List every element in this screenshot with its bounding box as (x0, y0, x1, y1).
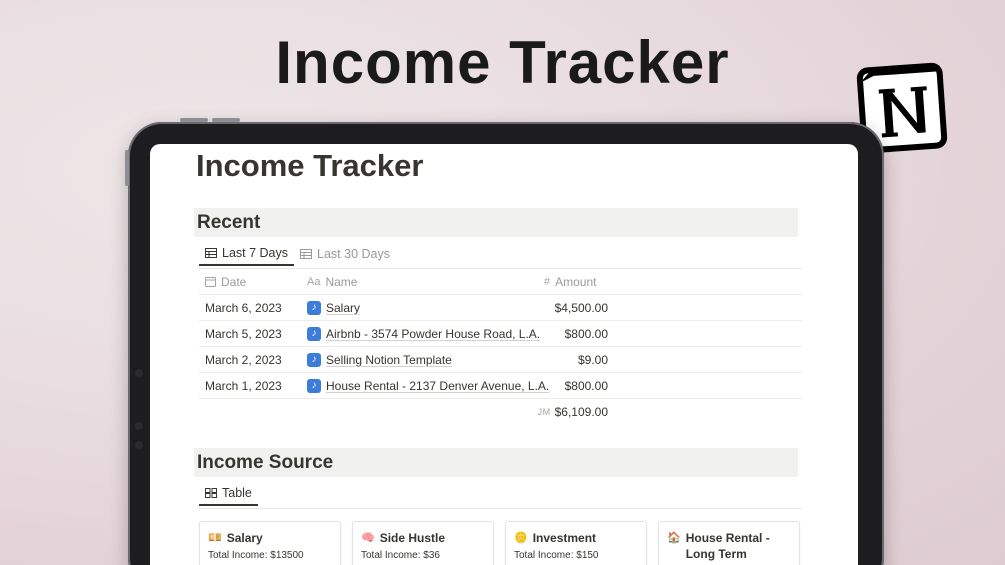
recent-income-table: Date Aa Name # Amount March 6, 2023 ♪ Sa… (199, 269, 802, 425)
tab-last-7-days[interactable]: Last 7 Days (199, 242, 295, 266)
card-title-text: Investment (532, 531, 597, 545)
date-cell: March 6, 2023 (205, 300, 282, 315)
amount-cell: $800.00 (564, 378, 608, 393)
amount-cell: $4,500.00 (554, 300, 608, 315)
column-header-label: Name (325, 274, 358, 289)
brain-icon: 🧠 (361, 531, 375, 544)
house-icon: 🏠 (667, 531, 681, 544)
date-cell: March 5, 2023 (205, 326, 282, 341)
date-cell: March 1, 2023 (205, 378, 282, 393)
column-header-name[interactable]: Aa Name (307, 269, 357, 294)
divider (199, 508, 802, 509)
entry-name: Airbnb - 3574 Powder House Road, L.A. (326, 326, 541, 341)
hero-title: Income Tracker (275, 29, 730, 96)
banknote-icon: 💴 (208, 531, 222, 544)
device-button (212, 118, 240, 122)
table-header-row: Date Aa Name # Amount (199, 269, 802, 295)
text-type-icon: Aa (307, 275, 321, 288)
date-cell: March 2, 2023 (205, 352, 282, 367)
page-title: Income Tracker (196, 148, 424, 183)
card-title-text: House Rental - Long Term (685, 531, 770, 561)
tab-last-30-days[interactable]: Last 30 Days (294, 242, 396, 266)
tab-table[interactable]: Table (199, 482, 258, 506)
page-icon: ♪ (307, 326, 321, 341)
table-sum-row: JM $6,109.00 (199, 399, 802, 425)
gallery-card[interactable]: 🧠 Side Hustle Total Income: $36 (352, 521, 494, 565)
card-total: Total Income: $150 (514, 550, 599, 561)
column-header-amount[interactable]: # Amount (544, 269, 596, 294)
recent-view-tabs: Last 7 Days Last 30 Days (199, 242, 396, 268)
camera-icon (135, 422, 143, 430)
table-row[interactable]: March 6, 2023 ♪ Salary $4,500.00 (199, 295, 802, 321)
card-title: 🏠 House Rental - Long Term (667, 530, 791, 562)
gallery-card[interactable]: 🏠 House Rental - Long Term (658, 521, 800, 565)
entry-name: House Rental - 2137 Denver Avenue, L.A. (326, 378, 550, 393)
entry-name: Salary (326, 300, 361, 315)
name-cell[interactable]: ♪ House Rental - 2137 Denver Avenue, L.A… (307, 373, 549, 398)
entry-name: Selling Notion Template (326, 352, 452, 367)
gallery-card[interactable]: 💴 Salary Total Income: $13500 (199, 521, 341, 565)
page-icon: ♪ (307, 300, 321, 315)
card-title: 💴 Salary (208, 530, 332, 546)
device-button (125, 150, 129, 186)
card-title: 🧠 Side Hustle (361, 530, 485, 546)
camera-icon (135, 369, 143, 377)
income-source-heading: Income Source (194, 448, 798, 477)
card-total: Total Income: $13500 (208, 550, 304, 561)
income-source-view-tabs: Table (199, 482, 258, 508)
tablet-screen: Income Tracker Recent Last 7 Days Last 3… (150, 144, 858, 565)
amount-cell: $800.00 (564, 326, 608, 341)
page-icon: ♪ (307, 378, 321, 393)
name-cell[interactable]: ♪ Selling Notion Template (307, 347, 452, 372)
coin-icon: 🪙 (514, 531, 528, 544)
amount-cell: $9.00 (577, 352, 608, 367)
tab-label: Table (222, 486, 252, 500)
sum-label: JM (537, 406, 551, 417)
name-cell[interactable]: ♪ Airbnb - 3574 Powder House Road, L.A. (307, 321, 540, 346)
card-total: Total Income: $36 (361, 550, 440, 561)
gallery-card[interactable]: 🪙 Investment Total Income: $150 (505, 521, 647, 565)
name-cell[interactable]: ♪ Salary (307, 295, 360, 320)
table-icon (205, 248, 217, 258)
sum-value: $6,109.00 (554, 404, 608, 419)
tab-label: Last 30 Days (317, 247, 390, 261)
card-title: 🪙 Investment (514, 530, 638, 546)
table-row[interactable]: March 5, 2023 ♪ Airbnb - 3574 Powder Hou… (199, 321, 802, 347)
page-icon: ♪ (307, 352, 321, 367)
camera-icon (135, 441, 143, 449)
column-header-date[interactable]: Date (205, 269, 246, 294)
card-title-text: Side Hustle (379, 531, 446, 545)
column-header-label: Date (221, 274, 247, 289)
table-row[interactable]: March 1, 2023 ♪ House Rental - 2137 Denv… (199, 373, 802, 399)
calendar-icon (205, 277, 216, 287)
recent-heading: Recent (194, 208, 798, 237)
column-header-label: Amount (555, 274, 597, 289)
tab-label: Last 7 Days (222, 246, 289, 260)
table-row[interactable]: March 2, 2023 ♪ Selling Notion Template … (199, 347, 802, 373)
income-source-gallery: 💴 Salary Total Income: $13500 🧠 Side Hus… (199, 521, 800, 565)
device-button (180, 118, 208, 122)
table-icon (300, 249, 313, 259)
number-type-icon: # (544, 275, 551, 288)
sum-cell[interactable]: JM $6,109.00 (538, 399, 608, 424)
card-title-text: Salary (226, 531, 263, 545)
gallery-icon (205, 488, 217, 498)
